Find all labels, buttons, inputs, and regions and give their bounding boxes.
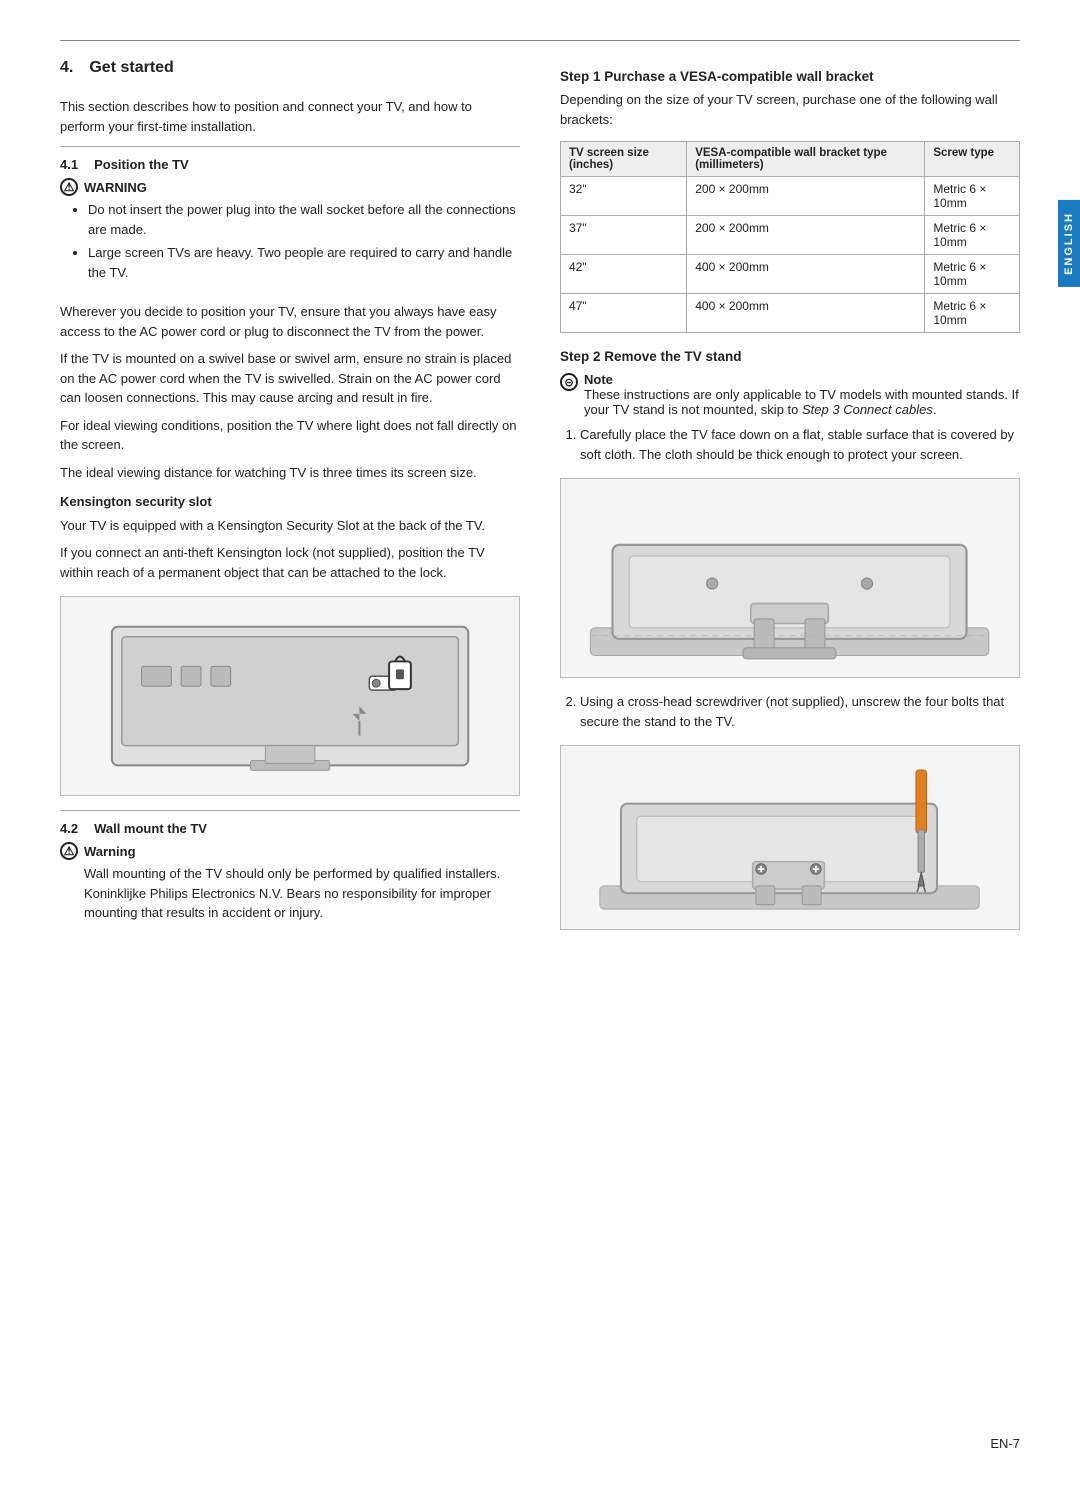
warning-label-2: Warning: [84, 844, 136, 859]
kensington-para2: If you connect an anti-theft Kensington …: [60, 543, 520, 582]
table-row: 37"200 × 200mmMetric 6 × 10mm: [561, 216, 1020, 255]
warning2-text: Wall mounting of the TV should only be p…: [60, 864, 520, 923]
table-row: 32"200 × 200mmMetric 6 × 10mm: [561, 177, 1020, 216]
table-cell-bracket: 200 × 200mm: [687, 177, 925, 216]
subsection-4-1-number: 4.1: [60, 157, 78, 172]
step1-heading: Step 1 Purchase a VESA-compatible wall b…: [560, 69, 1020, 84]
table-header-bracket: VESA-compatible wall bracket type (milli…: [687, 142, 925, 177]
table-cell-screw: Metric 6 × 10mm: [925, 294, 1020, 333]
section-number: 4.: [60, 59, 73, 77]
step1-intro: Depending on the size of your TV screen,…: [560, 90, 1020, 129]
table-cell-size: 47": [561, 294, 687, 333]
english-tab: ENGLISH: [1058, 200, 1080, 287]
left-column: 4. Get started This section describes ho…: [60, 59, 520, 1418]
warning-box-1: ⚠ WARNING Do not insert the power plug i…: [60, 178, 520, 292]
right-column: Step 1 Purchase a VESA-compatible wall b…: [560, 59, 1020, 1418]
subsection-4-2-number: 4.2: [60, 821, 78, 836]
note-content: Note These instructions are only applica…: [584, 372, 1020, 417]
subsection-4-1-title: Position the TV: [94, 157, 189, 172]
tv-facedown-svg: [572, 484, 1007, 672]
table-row: 42"400 × 200mmMetric 6 × 10mm: [561, 255, 1020, 294]
section-title: Get started: [89, 59, 173, 77]
warning-label-1: WARNING: [84, 180, 147, 195]
para3: For ideal viewing conditions, position t…: [60, 416, 520, 455]
note-box: ⊝ Note These instructions are only appli…: [560, 372, 1020, 417]
note-label: Note: [584, 372, 613, 387]
screwdriver-illustration: [560, 745, 1020, 930]
para4: The ideal viewing distance for watching …: [60, 463, 520, 483]
kensington-para1: Your TV is equipped with a Kensington Se…: [60, 516, 520, 536]
vesa-table: TV screen size (inches) VESA-compatible …: [560, 141, 1020, 333]
warning-icon-2: ⚠: [60, 842, 78, 860]
para1: Wherever you decide to position your TV,…: [60, 302, 520, 341]
screwdriver-svg: [572, 751, 1007, 925]
note-icon: ⊝: [560, 373, 578, 391]
para2: If the TV is mounted on a swivel base or…: [60, 349, 520, 408]
kensington-illustration: [60, 596, 520, 796]
warning-item-1: Do not insert the power plug into the wa…: [88, 200, 520, 239]
page: 4. Get started This section describes ho…: [0, 0, 1080, 1491]
divider-2: [60, 810, 520, 811]
warning-box-2: ⚠ Warning Wall mounting of the TV should…: [60, 842, 520, 931]
note-period: .: [933, 402, 937, 417]
warning-title-2: ⚠ Warning: [60, 842, 520, 860]
table-header-screw: Screw type: [925, 142, 1020, 177]
table-row: 47"400 × 200mmMetric 6 × 10mm: [561, 294, 1020, 333]
table-cell-screw: Metric 6 × 10mm: [925, 216, 1020, 255]
divider-1: [60, 146, 520, 147]
step2-heading: Step 2 Remove the TV stand: [560, 349, 1020, 364]
step2-list-2: Using a cross-head screwdriver (not supp…: [560, 692, 1020, 731]
step2-item-1: Carefully place the TV face down on a fl…: [580, 425, 1020, 464]
page-number: EN-7: [60, 1436, 1020, 1451]
kensington-title: Kensington security slot: [60, 492, 520, 512]
table-cell-screw: Metric 6 × 10mm: [925, 255, 1020, 294]
note-italic: Step 3 Connect cables: [802, 402, 933, 417]
table-cell-size: 42": [561, 255, 687, 294]
intro-text: This section describes how to position a…: [60, 97, 520, 136]
table-cell-size: 32": [561, 177, 687, 216]
warning-icon-1: ⚠: [60, 178, 78, 196]
warning-list-1: Do not insert the power plug into the wa…: [60, 200, 520, 286]
table-cell-screw: Metric 6 × 10mm: [925, 177, 1020, 216]
kensington-svg: [84, 607, 496, 785]
table-cell-size: 37": [561, 216, 687, 255]
warning-item-2: Large screen TVs are heavy. Two people a…: [88, 243, 520, 282]
warning-title-1: ⚠ WARNING: [60, 178, 520, 196]
subsection-4-2-title: Wall mount the TV: [94, 821, 207, 836]
step2-list: Carefully place the TV face down on a fl…: [560, 425, 1020, 464]
table-header-size: TV screen size (inches): [561, 142, 687, 177]
table-cell-bracket: 200 × 200mm: [687, 216, 925, 255]
table-cell-bracket: 400 × 200mm: [687, 255, 925, 294]
tv-facedown-illustration: [560, 478, 1020, 678]
table-cell-bracket: 400 × 200mm: [687, 294, 925, 333]
step2-item-2: Using a cross-head screwdriver (not supp…: [580, 692, 1020, 731]
top-divider: [60, 40, 1020, 41]
